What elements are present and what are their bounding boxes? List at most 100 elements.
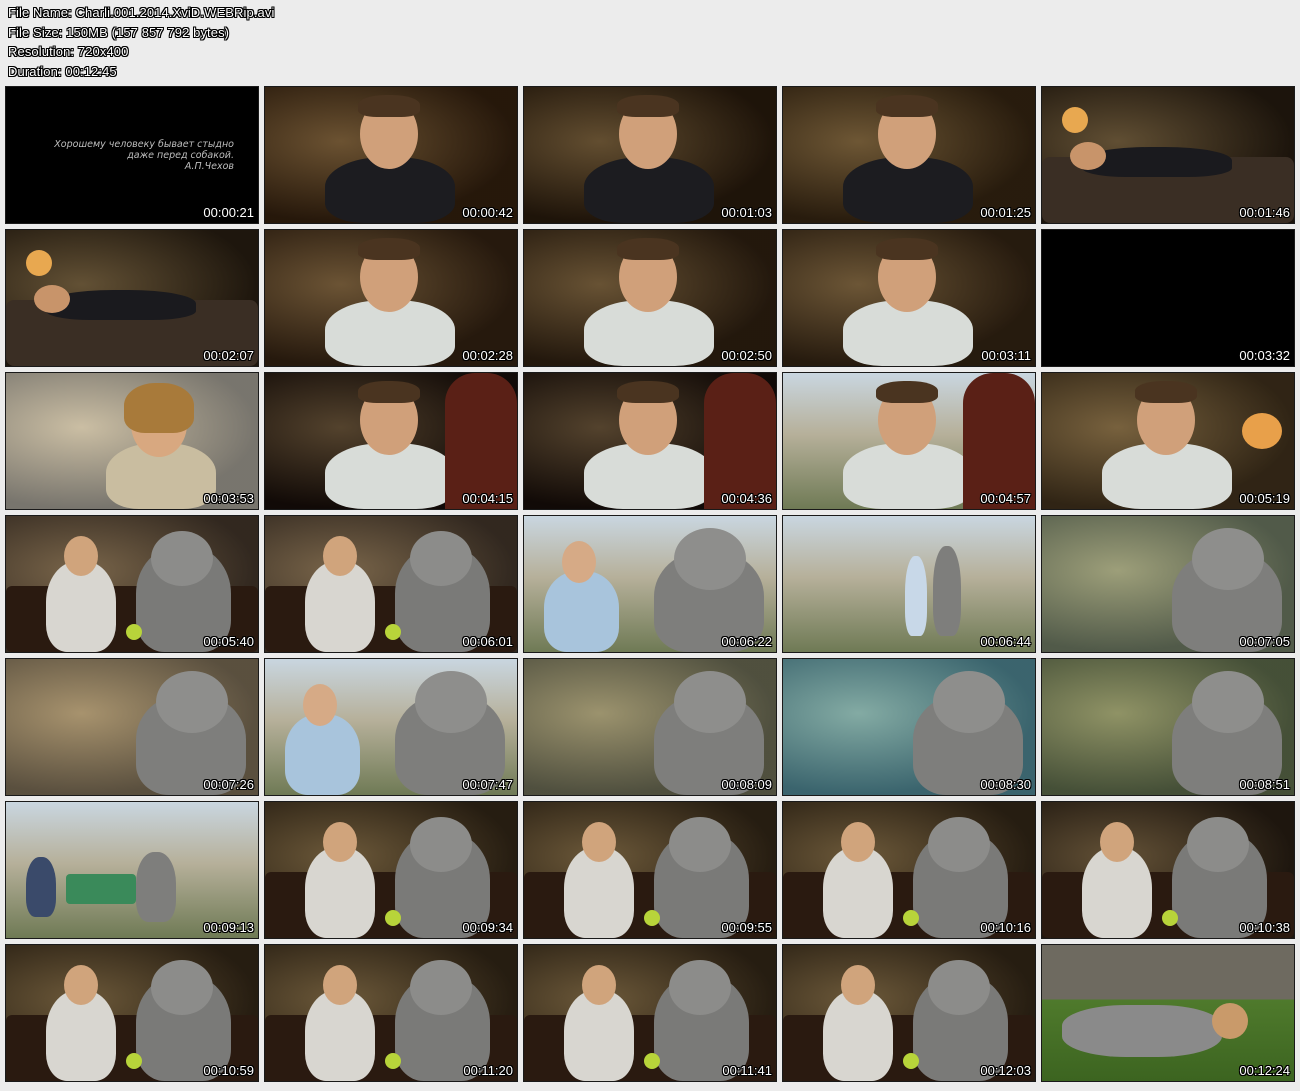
video-thumbnail[interactable]: 00:12:24 [1041, 944, 1295, 1082]
video-thumbnail[interactable]: 00:04:57 [782, 372, 1036, 510]
thumbnail-image [524, 802, 776, 938]
video-thumbnail[interactable]: 00:03:11 [782, 229, 1036, 367]
timestamp: 00:08:30 [980, 777, 1031, 792]
thumbnail-image [783, 87, 1035, 223]
video-thumbnail[interactable]: 00:03:32 [1041, 229, 1295, 367]
timestamp: 00:08:51 [1239, 777, 1290, 792]
video-thumbnail[interactable]: 00:11:20 [264, 944, 518, 1082]
video-thumbnail[interactable]: 00:05:40 [5, 515, 259, 653]
man-figure [905, 556, 927, 636]
dog-head [1192, 671, 1264, 733]
file-size: File Size: 150MB (157 857 792 bytes) [8, 24, 230, 40]
thumbnail-image [783, 945, 1035, 1081]
man-head [323, 536, 357, 576]
timestamp: 00:11:41 [722, 1063, 772, 1078]
video-thumbnail[interactable]: 00:01:25 [782, 86, 1036, 224]
hair [358, 381, 420, 403]
man-head [323, 965, 357, 1005]
video-thumbnail[interactable]: 00:10:38 [1041, 801, 1295, 939]
dog-head [933, 671, 1005, 733]
tennis-ball [903, 910, 919, 926]
video-thumbnail[interactable]: 00:02:50 [523, 229, 777, 367]
timestamp: 00:02:28 [462, 348, 513, 363]
video-thumbnail[interactable]: 00:01:46 [1041, 86, 1295, 224]
video-thumbnail[interactable]: 00:08:30 [782, 658, 1036, 796]
video-thumbnail[interactable]: 00:03:53 [5, 372, 259, 510]
man-head [582, 965, 616, 1005]
lamp [1242, 413, 1282, 449]
tennis-ball [385, 910, 401, 926]
video-thumbnail[interactable]: 00:05:19 [1041, 372, 1295, 510]
video-thumbnail[interactable]: 00:08:09 [523, 658, 777, 796]
video-thumbnail[interactable]: 00:04:15 [264, 372, 518, 510]
person-head [1212, 1003, 1248, 1039]
timestamp: 00:03:11 [981, 348, 1031, 363]
dog-head [928, 817, 990, 872]
timestamp: 00:12:24 [1239, 1063, 1290, 1078]
video-thumbnail[interactable]: 00:00:42 [264, 86, 518, 224]
man-head [1070, 142, 1106, 170]
timestamp: 00:10:16 [980, 920, 1031, 935]
resolution: Resolution: 720x400 [8, 44, 129, 59]
video-thumbnail[interactable]: 00:06:22 [523, 515, 777, 653]
timestamp: 00:10:59 [203, 1063, 254, 1078]
hair [617, 381, 679, 403]
dog-head [1192, 528, 1264, 590]
file-name: File Name: Charli.001.2014.XviD.WEBRip.a… [8, 5, 275, 20]
thumbnail-image [524, 945, 776, 1081]
timestamp: 00:04:15 [462, 491, 513, 506]
video-thumbnail[interactable]: 00:02:28 [264, 229, 518, 367]
video-thumbnail[interactable]: 00:02:07 [5, 229, 259, 367]
video-thumbnail[interactable]: 00:07:05 [1041, 515, 1295, 653]
video-thumbnail[interactable]: 00:06:01 [264, 515, 518, 653]
hair [358, 95, 420, 117]
lamp [1062, 107, 1088, 133]
video-thumbnail[interactable]: 00:01:03 [523, 86, 777, 224]
thumbnail-image [6, 802, 258, 938]
timestamp: 00:00:21 [203, 205, 254, 220]
timestamp: 00:09:13 [203, 920, 254, 935]
thumbnail-image [783, 659, 1035, 795]
timestamp: 00:08:09 [721, 777, 772, 792]
video-thumbnail[interactable]: 00:08:51 [1041, 658, 1295, 796]
video-thumbnail[interactable]: 00:09:55 [523, 801, 777, 939]
timestamp: 00:06:22 [721, 634, 772, 649]
timestamp: 00:06:01 [462, 634, 513, 649]
quote-line: А.П.Чехов [184, 161, 234, 172]
dog-figure [933, 546, 961, 636]
hair [358, 238, 420, 260]
timestamp: 00:10:38 [1239, 920, 1290, 935]
thumbnail-image [524, 373, 776, 509]
man-head [34, 285, 70, 313]
video-thumbnail[interactable]: Хорошему человеку бывает стыдно даже пере… [5, 86, 259, 224]
video-thumbnail[interactable]: 00:09:34 [264, 801, 518, 939]
video-thumbnail[interactable]: 00:04:36 [523, 372, 777, 510]
thumbnail-image [524, 516, 776, 652]
duration: Duration: 00:12:45 [8, 63, 117, 79]
video-thumbnail[interactable]: 00:07:26 [5, 658, 259, 796]
video-thumbnail[interactable]: 00:12:03 [782, 944, 1036, 1082]
video-thumbnail[interactable]: 00:09:13 [5, 801, 259, 939]
dog-head [156, 671, 228, 733]
video-thumbnail[interactable]: 00:07:47 [264, 658, 518, 796]
thumbnail-image [265, 802, 517, 938]
man-head [64, 536, 98, 576]
dog-head [151, 960, 213, 1015]
door [704, 373, 776, 509]
man-head [1100, 822, 1134, 862]
tennis-ball [903, 1053, 919, 1069]
thumbnail-image [6, 945, 258, 1081]
tennis-ball [1162, 910, 1178, 926]
dog-head [1187, 817, 1249, 872]
video-thumbnail[interactable]: 00:11:41 [523, 944, 777, 1082]
video-thumbnail[interactable]: 00:10:16 [782, 801, 1036, 939]
thumbnail-image [265, 516, 517, 652]
hair [876, 381, 938, 403]
man-figure [544, 571, 619, 652]
thumbnail-image [1042, 945, 1294, 1081]
video-thumbnail[interactable]: 00:10:59 [5, 944, 259, 1082]
video-thumbnail[interactable]: 00:06:44 [782, 515, 1036, 653]
door [445, 373, 517, 509]
timestamp: 00:04:36 [721, 491, 772, 506]
timestamp: 00:00:42 [462, 205, 513, 220]
